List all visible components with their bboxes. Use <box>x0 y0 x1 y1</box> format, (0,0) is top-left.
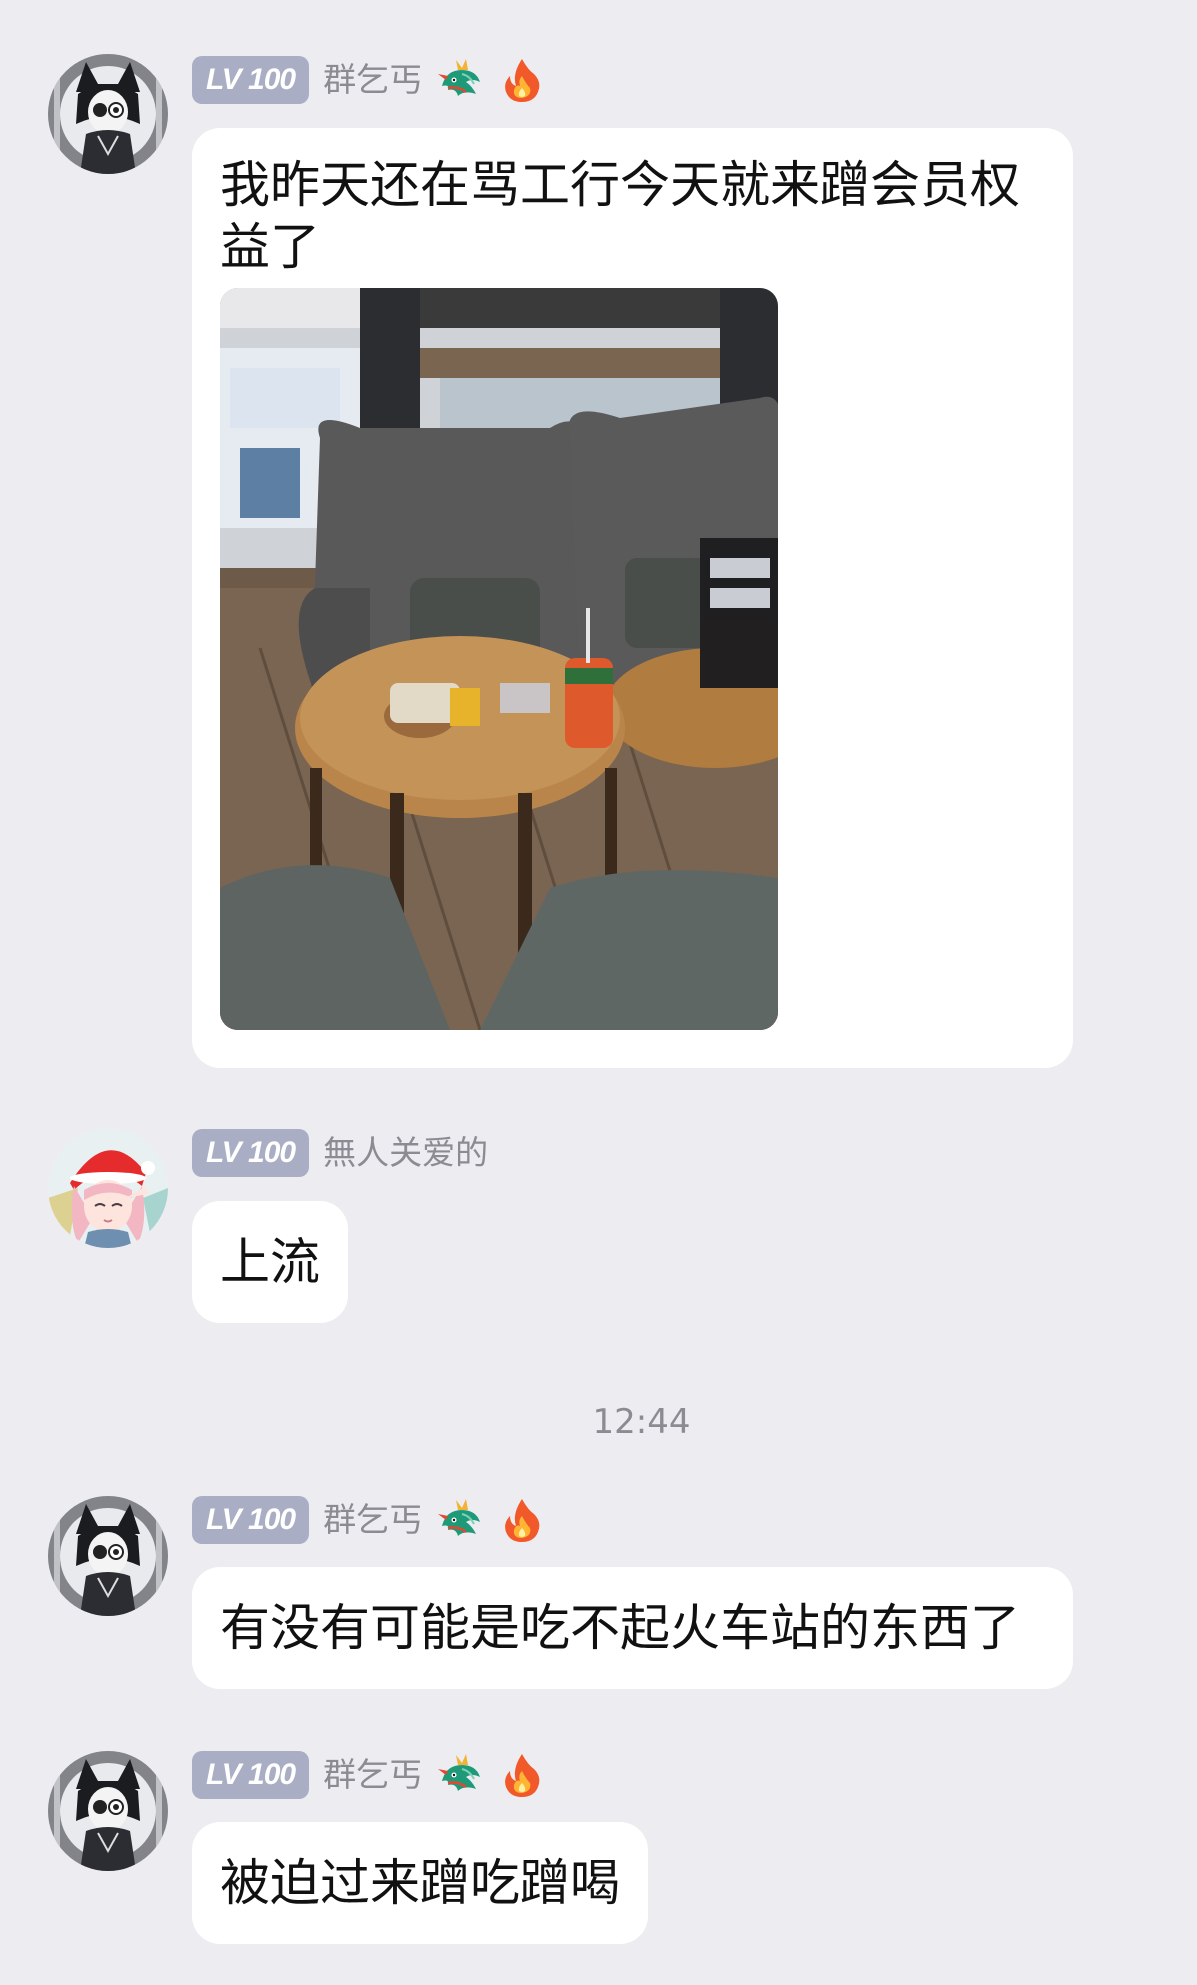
black-cat-girl-avatar-icon <box>48 54 168 174</box>
message-text: 我昨天还在骂工行今天就来蹭会员权益了 <box>220 156 1020 276</box>
fire-icon <box>498 1751 546 1799</box>
photo-lounge-table-snacks[interactable] <box>220 288 778 1030</box>
level-badge: LV 100 <box>192 1129 310 1177</box>
message-text: 有没有可能是吃不起火车站的东西了 <box>220 1599 1020 1657</box>
level-badge: LV 100 <box>192 1751 310 1799</box>
message-bubble[interactable]: 有没有可能是吃不起火车站的东西了 <box>192 1567 1073 1689</box>
time-separator: 12:44 <box>592 1402 691 1442</box>
black-cat-girl-avatar-icon <box>48 1496 168 1616</box>
sender-name[interactable]: 群乞丐 <box>323 56 422 104</box>
avatar[interactable] <box>48 1128 168 1248</box>
level-badge: LV 100 <box>192 56 310 104</box>
fire-icon <box>498 56 546 104</box>
message-text: 被迫过来蹭吃蹭喝 <box>220 1854 620 1912</box>
pink-hair-santa-hat-avatar-icon <box>48 1128 168 1248</box>
dragon-icon <box>436 56 484 104</box>
avatar[interactable] <box>48 54 168 174</box>
dragon-icon <box>436 1496 484 1544</box>
chat-window: LV 100 群乞丐 我昨天还在骂工行今天就来蹭会员权益了 LV 100 無人关… <box>0 0 1197 1985</box>
sender-meta: LV 100 群乞丐 <box>192 1751 546 1799</box>
message-text: 上流 <box>220 1233 320 1291</box>
message-bubble[interactable]: 上流 <box>192 1201 348 1323</box>
black-cat-girl-avatar-icon <box>48 1751 168 1871</box>
avatar[interactable] <box>48 1751 168 1871</box>
message-bubble[interactable]: 被迫过来蹭吃蹭喝 <box>192 1822 648 1944</box>
lounge-photo-image <box>220 288 778 1030</box>
sender-name[interactable]: 無人关爱的 <box>323 1129 488 1177</box>
avatar[interactable] <box>48 1496 168 1616</box>
message-bubble[interactable]: 我昨天还在骂工行今天就来蹭会员权益了 <box>192 128 1073 1068</box>
sender-meta: LV 100 無人关爱的 <box>192 1129 488 1177</box>
level-badge: LV 100 <box>192 1496 310 1544</box>
sender-meta: LV 100 群乞丐 <box>192 56 546 104</box>
sender-meta: LV 100 群乞丐 <box>192 1496 546 1544</box>
sender-name[interactable]: 群乞丐 <box>323 1496 422 1544</box>
dragon-icon <box>436 1751 484 1799</box>
sender-name[interactable]: 群乞丐 <box>323 1751 422 1799</box>
fire-icon <box>498 1496 546 1544</box>
